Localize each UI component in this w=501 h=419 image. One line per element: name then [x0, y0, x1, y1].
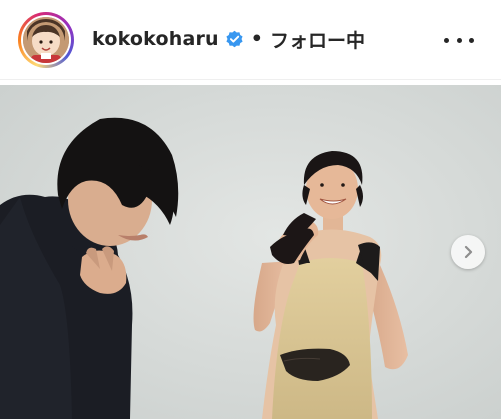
carousel-next-button[interactable] [451, 235, 485, 269]
post-header: kokokoharu • フォロー中 [0, 0, 501, 80]
avatar-story-ring[interactable] [18, 12, 74, 68]
chevron-right-icon [464, 245, 473, 259]
username-link[interactable]: kokokoharu [92, 28, 219, 50]
more-options-button[interactable] [444, 30, 474, 50]
post-header-text: kokokoharu • フォロー中 [92, 24, 365, 54]
avatar [23, 17, 69, 63]
verified-check-icon [225, 30, 244, 49]
three-dots-icon [444, 37, 449, 43]
post-photo[interactable] [0, 85, 501, 419]
separator-dot: • [250, 28, 263, 50]
avatar-illustration [23, 17, 69, 63]
post-image [0, 85, 501, 419]
following-button[interactable]: フォロー中 [270, 26, 365, 53]
